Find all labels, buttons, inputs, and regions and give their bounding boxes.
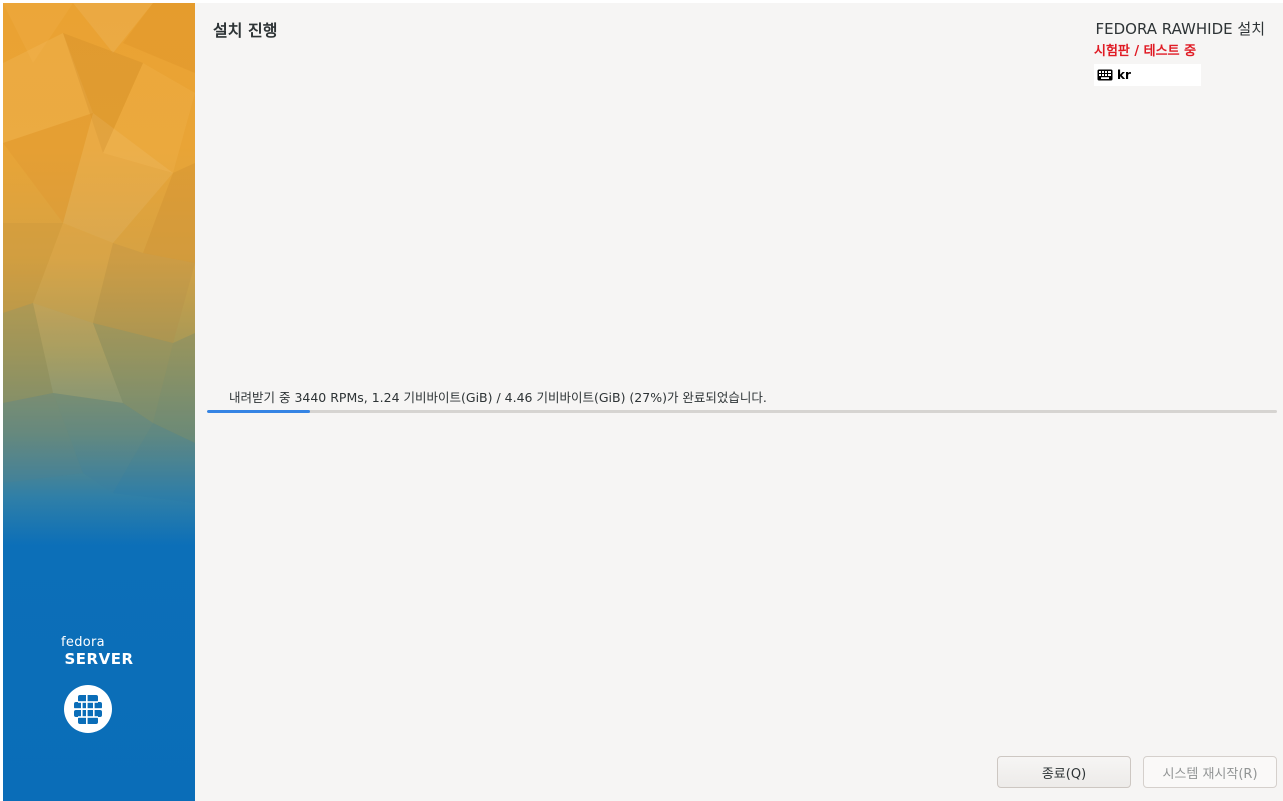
sidebar: fedora SERVER [3, 3, 195, 801]
quit-button[interactable]: 종료(Q) [997, 756, 1131, 788]
fedora-server-icon [64, 685, 112, 733]
keyboard-layout-label: kr [1117, 68, 1131, 82]
sidebar-pattern [3, 3, 195, 503]
installer-window: fedora SERVER 설치 진행 FEDORA RAWHIDE 설치 시험… [0, 0, 1283, 801]
reboot-button[interactable]: 시스템 재시작(R) [1143, 756, 1277, 788]
progress-bar [207, 410, 1277, 413]
server-wordmark: SERVER [64, 650, 134, 668]
keyboard-layout-indicator[interactable]: kr [1094, 64, 1201, 86]
main-content: 설치 진행 FEDORA RAWHIDE 설치 시험판 / 테스트 중 kr 내… [195, 3, 1283, 801]
keyboard-icon [1097, 69, 1113, 81]
progress-bar-fill [207, 410, 310, 413]
progress-status-text: 내려받기 중 3440 RPMs, 1.24 기비바이트(GiB) / 4.46… [229, 390, 767, 405]
fedora-wordmark: fedora [61, 635, 105, 650]
product-title: FEDORA RAWHIDE 설치 [1095, 20, 1266, 38]
beta-notice: 시험판 / 테스트 중 [1094, 44, 1197, 59]
page-title: 설치 진행 [213, 21, 278, 40]
